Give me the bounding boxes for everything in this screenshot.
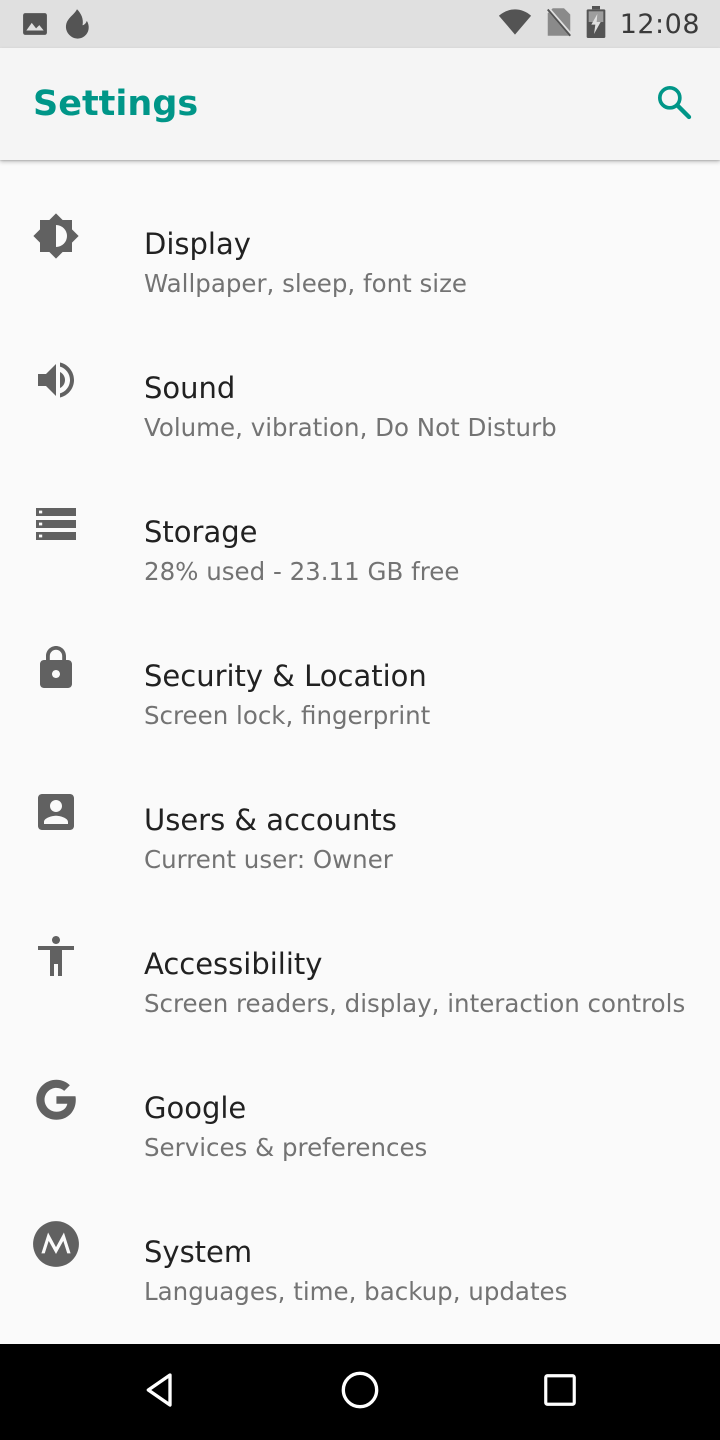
back-icon: [140, 1370, 180, 1414]
navigation-bar: [0, 1344, 720, 1440]
setting-summary: 28% used - 23.11 GB free: [144, 557, 460, 586]
status-time: 12:08: [619, 8, 700, 40]
storage-icon: [28, 496, 84, 552]
setting-title: Users & accounts: [144, 803, 397, 837]
setting-title: Google: [144, 1091, 247, 1125]
app-bar: Settings: [0, 48, 720, 160]
volume-icon: [28, 352, 84, 408]
setting-title: System: [144, 1235, 253, 1269]
no-sim-icon: [546, 7, 573, 41]
setting-item-system[interactable]: System Languages, time, backup, updates: [0, 1168, 720, 1312]
google-icon: [28, 1072, 84, 1128]
home-icon: [340, 1370, 380, 1414]
setting-summary: Current user: Owner: [144, 845, 393, 874]
setting-title: Security & Location: [144, 659, 427, 693]
fire-notification-icon: [62, 8, 92, 44]
setting-item-display[interactable]: Display Wallpaper, sleep, font size: [0, 160, 720, 304]
setting-item-google[interactable]: Google Services & preferences: [0, 1024, 720, 1168]
brightness-icon: [28, 208, 84, 264]
setting-item-accessibility[interactable]: Accessibility Screen readers, display, i…: [0, 880, 720, 1024]
setting-item-users[interactable]: Users & accounts Current user: Owner: [0, 736, 720, 880]
setting-summary: Wallpaper, sleep, font size: [144, 269, 468, 298]
setting-summary: Screen readers, display, interaction con…: [144, 989, 686, 1018]
setting-summary: Languages, time, backup, updates: [144, 1277, 568, 1306]
setting-summary: Services & preferences: [144, 1133, 428, 1162]
recents-button[interactable]: [530, 1362, 590, 1422]
back-button[interactable]: [130, 1362, 190, 1422]
setting-title: Display: [144, 227, 251, 261]
setting-summary: Volume, vibration, Do Not Disturb: [144, 413, 557, 442]
page-title: Settings: [33, 84, 199, 124]
battery-charging-icon: [586, 6, 606, 42]
setting-title: Sound: [144, 371, 236, 405]
system-status-icons: 12:08: [498, 6, 700, 42]
recents-icon: [541, 1371, 579, 1413]
image-notification-icon: [22, 11, 48, 41]
notification-icons: [22, 8, 92, 44]
search-button[interactable]: [644, 74, 704, 134]
setting-title: Accessibility: [144, 947, 323, 981]
setting-title: Storage: [144, 515, 258, 549]
setting-item-storage[interactable]: Storage 28% used - 23.11 GB free: [0, 448, 720, 592]
settings-list: Display Wallpaper, sleep, font size Soun…: [0, 160, 720, 1344]
account-box-icon: [28, 784, 84, 840]
wifi-icon: [498, 8, 532, 40]
home-button[interactable]: [330, 1362, 390, 1422]
lock-icon: [28, 640, 84, 696]
search-icon: [654, 82, 694, 126]
setting-item-security[interactable]: Security & Location Screen lock, fingerp…: [0, 592, 720, 736]
settings-screen: 12:08 Settings Display Wallpaper, sleep,…: [0, 0, 720, 1440]
setting-item-sound[interactable]: Sound Volume, vibration, Do Not Disturb: [0, 304, 720, 448]
setting-summary: Screen lock, fingerprint: [144, 701, 431, 730]
status-bar: 12:08: [0, 0, 720, 48]
accessibility-icon: [28, 928, 84, 984]
motorola-icon: [28, 1216, 84, 1272]
